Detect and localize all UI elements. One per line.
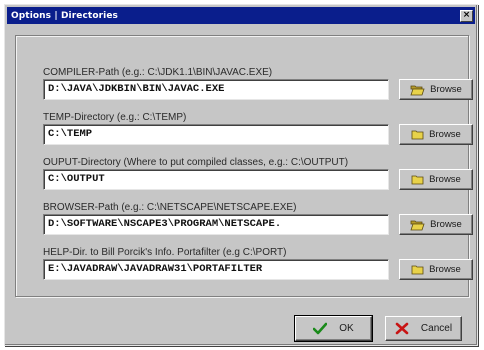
folder-icon <box>411 265 424 274</box>
cancel-x-icon <box>395 322 409 335</box>
temp-browse-label: Browse <box>429 129 461 140</box>
compiler-browse-label: Browse <box>430 84 462 95</box>
cancel-label: Cancel <box>420 323 453 334</box>
browser-path-row: BROWSER-Path (e.g.: C:\NETSCAPE\NETSCAPE… <box>43 202 475 238</box>
compiler-browse-button[interactable]: Browse <box>399 79 473 100</box>
browser-path-input[interactable]: D:\SOFTWARE\NSCAPE3\PROGRAM\NETSCAPE. <box>43 214 389 235</box>
temp-dir-label: TEMP-Directory (e.g.: C:\TEMP) <box>43 112 187 123</box>
browser-browse-label: Browse <box>430 219 462 230</box>
output-browse-label: Browse <box>429 174 461 185</box>
folder-icon <box>411 175 424 184</box>
output-browse-button[interactable]: Browse <box>399 169 473 190</box>
help-dir-label: HELP-Dir. to Bill Porcik's Info. Portafi… <box>43 247 287 258</box>
cancel-button[interactable]: Cancel <box>385 316 462 341</box>
options-dialog: Options | Directories × COMPILER-Path (e… <box>4 4 478 346</box>
open-folder-icon <box>410 85 425 95</box>
help-dir-row: HELP-Dir. to Bill Porcik's Info. Portafi… <box>43 247 475 283</box>
title-bar[interactable]: Options | Directories × <box>7 7 475 24</box>
temp-browse-button[interactable]: Browse <box>399 124 473 145</box>
browser-browse-button[interactable]: Browse <box>399 214 473 235</box>
help-dir-input[interactable]: E:\JAVADRAW\JAVADRAW31\PORTAFILTER <box>43 259 389 280</box>
window-title: Options | Directories <box>11 10 118 21</box>
temp-dir-input[interactable]: C:\TEMP <box>43 124 389 145</box>
browser-path-label: BROWSER-Path (e.g.: C:\NETSCAPE\NETSCAPE… <box>43 202 297 213</box>
help-browse-button[interactable]: Browse <box>399 259 473 280</box>
folder-icon <box>411 130 424 139</box>
ok-button[interactable]: OK <box>294 315 373 342</box>
ok-label: OK <box>339 323 354 334</box>
compiler-path-row: COMPILER-Path (e.g.: C:\JDK1.1\BIN\JAVAC… <box>43 67 475 103</box>
open-folder-icon <box>410 220 425 230</box>
compiler-path-input[interactable]: D:\JAVA\JDKBIN\BIN\JAVAC.EXE <box>43 79 389 100</box>
close-button[interactable]: × <box>460 9 473 22</box>
temp-dir-row: TEMP-Directory (e.g.: C:\TEMP) C:\TEMP B… <box>43 112 475 148</box>
help-browse-label: Browse <box>429 264 461 275</box>
output-dir-row: OUPUT-Directory (Where to put compiled c… <box>43 157 475 193</box>
output-dir-input[interactable]: C:\OUTPUT <box>43 169 389 190</box>
output-dir-label: OUPUT-Directory (Where to put compiled c… <box>43 157 349 168</box>
compiler-path-label: COMPILER-Path (e.g.: C:\JDK1.1\BIN\JAVAC… <box>43 67 273 78</box>
check-icon <box>313 322 328 335</box>
close-icon: × <box>462 9 471 20</box>
